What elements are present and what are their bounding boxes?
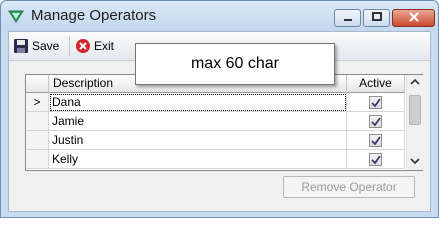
- table-row[interactable]: Kelly: [26, 150, 406, 169]
- exit-label: Exit: [94, 39, 115, 53]
- checkmark-icon: [371, 155, 381, 165]
- remove-operator-button[interactable]: Remove Operator: [283, 176, 415, 198]
- description-cell[interactable]: Justin: [49, 131, 347, 150]
- active-checkbox[interactable]: [369, 134, 382, 147]
- table-row[interactable]: Jamie: [26, 112, 406, 131]
- exit-icon: [76, 39, 90, 53]
- close-button[interactable]: [392, 9, 435, 27]
- active-cell: [347, 131, 405, 150]
- table-row[interactable]: Justin: [26, 131, 406, 150]
- table-row[interactable]: > Dana: [26, 93, 406, 112]
- close-icon: [408, 12, 419, 22]
- active-checkbox[interactable]: [369, 115, 382, 128]
- operators-grid: Description Active > Dana Jamie Justin K…: [25, 74, 423, 171]
- floppy-disk-icon: [14, 39, 28, 53]
- row-selector[interactable]: [26, 112, 49, 131]
- scrollbar-thumb[interactable]: [409, 95, 421, 125]
- vertical-scrollbar[interactable]: [406, 75, 423, 170]
- active-cell: [347, 93, 405, 112]
- maximize-button[interactable]: [363, 9, 390, 27]
- title-bar[interactable]: Manage Operators: [1, 1, 438, 31]
- checkmark-icon: [371, 117, 381, 127]
- manage-operators-window: Manage Operators Save Exit Description A…: [0, 0, 439, 218]
- description-cell[interactable]: Dana: [49, 93, 347, 112]
- maximize-icon: [371, 12, 382, 21]
- save-label: Save: [32, 39, 60, 53]
- row-header-corner[interactable]: [26, 75, 49, 93]
- description-cell[interactable]: Jamie: [49, 112, 347, 131]
- checkmark-icon: [371, 136, 381, 146]
- scroll-up-arrow-icon[interactable]: [410, 78, 420, 86]
- app-icon[interactable]: [8, 8, 24, 24]
- checkmark-icon: [371, 98, 381, 108]
- scroll-down-arrow-icon[interactable]: [410, 157, 420, 165]
- active-cell: [347, 112, 405, 131]
- active-checkbox[interactable]: [369, 96, 382, 109]
- window-title: Manage Operators: [31, 7, 157, 24]
- toolbar-separator: [69, 36, 70, 56]
- column-header-active[interactable]: Active: [347, 75, 405, 93]
- minimize-icon: [343, 19, 352, 21]
- active-cell: [347, 150, 405, 169]
- minimize-button[interactable]: [334, 9, 361, 27]
- active-checkbox[interactable]: [369, 153, 382, 166]
- save-button[interactable]: Save: [13, 36, 59, 56]
- tooltip: max 60 char: [135, 43, 335, 85]
- exit-button[interactable]: Exit: [75, 36, 114, 56]
- row-selector[interactable]: [26, 131, 49, 150]
- description-cell[interactable]: Kelly: [49, 150, 347, 169]
- row-selector[interactable]: >: [26, 93, 49, 112]
- row-selector[interactable]: [26, 150, 49, 169]
